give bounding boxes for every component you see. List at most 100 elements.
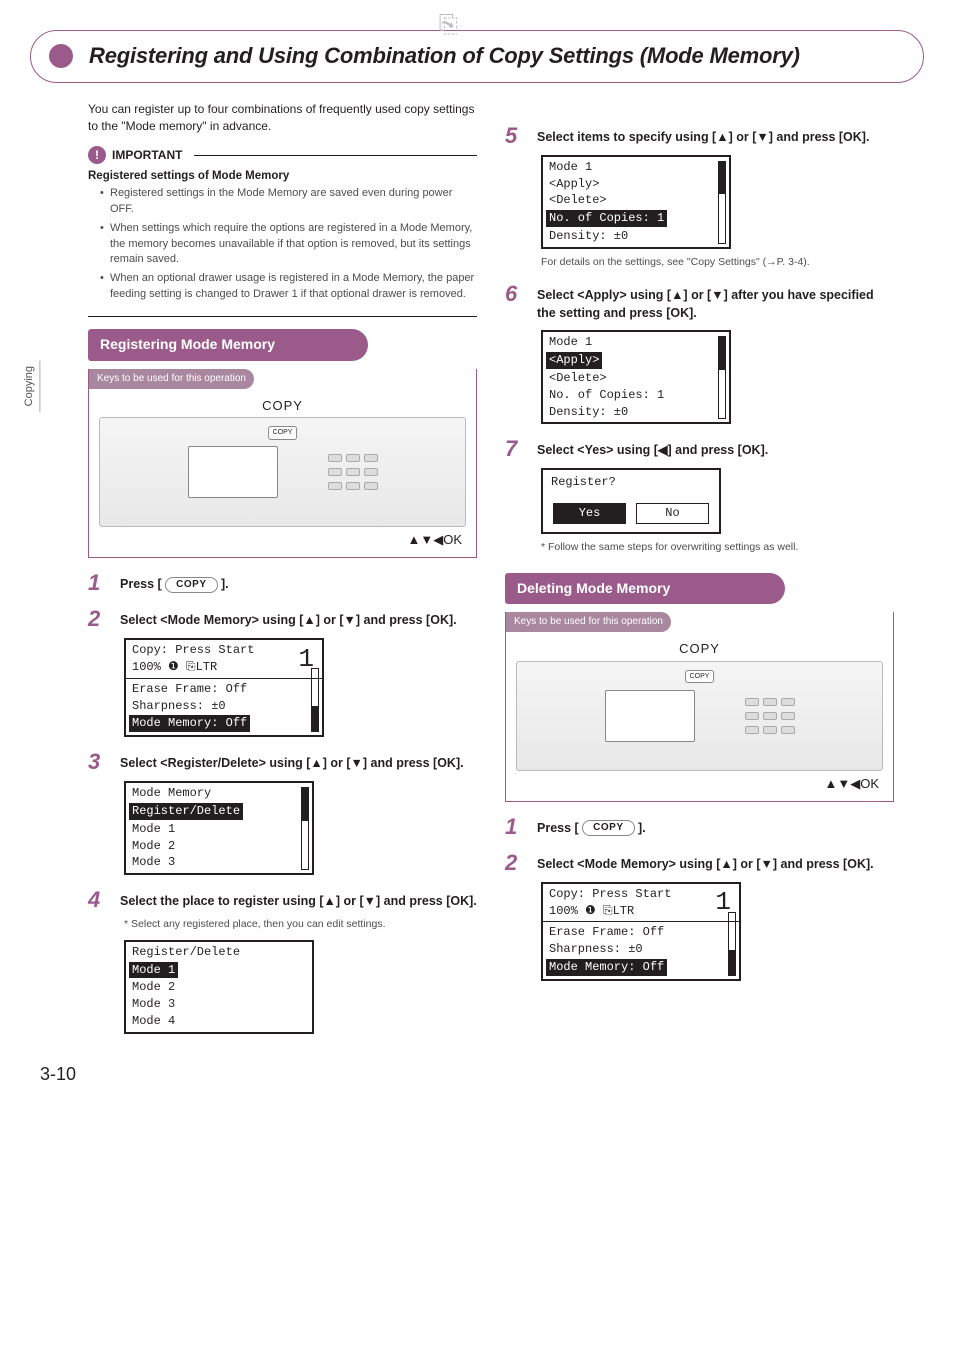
device-buttons: [328, 454, 378, 490]
device-buttons: [745, 698, 795, 734]
banner-dot-icon: [49, 44, 73, 68]
important-bullet: When an optional drawer usage is registe…: [100, 271, 477, 302]
lcd-line-selected: Mode Memory: Off: [129, 715, 250, 732]
panel-foot-keys: ▲▼◀OK: [89, 527, 476, 549]
lcd-line: Mode 1: [549, 334, 723, 351]
step-text: Select <Mode Memory> using [▲] or [▼] an…: [537, 852, 894, 874]
lcd-line: Erase Frame: Off: [549, 924, 733, 941]
copy-key-icon: COPY: [165, 577, 217, 593]
step-text: Select <Yes> using [◀] and press [OK].: [537, 438, 894, 460]
lcd-scrollbar: [718, 336, 726, 419]
divider: [88, 316, 477, 317]
device-copy-key: COPY: [685, 670, 715, 684]
important-icon: !: [88, 146, 106, 164]
important-bullet: Registered settings in the Mode Memory a…: [100, 186, 477, 217]
lcd-counter: 1: [298, 649, 316, 670]
paperclip-decor: ⎘: [439, 8, 458, 42]
lcd-line-selected: Mode Memory: Off: [546, 959, 667, 976]
step6-text: Select <Apply> using [▲] or [▼] after yo…: [537, 288, 874, 320]
lcd-line: Density: ±0: [549, 228, 723, 245]
dstep1-pre: Press [: [537, 821, 582, 835]
step-number: 2: [88, 608, 110, 630]
step-text: Select <Apply> using [▲] or [▼] after yo…: [537, 283, 894, 322]
lcd-line: Mode 2: [132, 979, 306, 996]
dstep1-post: ].: [635, 821, 646, 835]
step7-note: Follow the same steps for overwriting se…: [541, 540, 894, 555]
step-1: 1 Press [ COPY ].: [88, 572, 477, 594]
section-delete-header: Deleting Mode Memory: [505, 573, 785, 605]
lcd-register-delete: Register/Delete Mode 1 Mode 2 Mode 3 Mod…: [124, 940, 314, 1034]
device-copy-key: COPY: [268, 426, 298, 440]
step5-text: Select items to specify using [▲] or [▼]…: [537, 130, 869, 144]
lcd-line: Erase Frame: Off: [132, 681, 316, 698]
step-5: 5 Select items to specify using [▲] or […: [505, 125, 894, 147]
step-number: 2: [505, 852, 527, 874]
lcd-dialog-yes: Yes: [553, 503, 626, 524]
step-text: Select <Mode Memory> using [▲] or [▼] an…: [120, 608, 477, 630]
step1-post: ].: [218, 577, 229, 591]
step-text: Press [ COPY ].: [537, 816, 894, 838]
step-7: 7 Select <Yes> using [◀] and press [OK].: [505, 438, 894, 460]
lcd-line: 100% ❶ ⎘LTR: [132, 659, 254, 676]
lcd-line: Mode 1: [549, 159, 723, 176]
page-title-banner: Registering and Using Combination of Cop…: [30, 30, 924, 83]
device-illustration: COPY: [516, 661, 883, 771]
important-bullet: When settings which require the options …: [100, 221, 477, 267]
step-number: 7: [505, 438, 527, 460]
lcd-scrollbar: [301, 787, 309, 870]
lcd-line: <Delete>: [549, 370, 723, 387]
lcd-line-selected: <Apply>: [546, 352, 602, 369]
step-number: 6: [505, 283, 527, 305]
step7-text: Select <Yes> using [◀] and press [OK].: [537, 443, 768, 457]
intro-text: You can register up to four combinations…: [88, 101, 477, 135]
important-subheading: Registered settings of Mode Memory: [88, 168, 477, 184]
side-tab-copying: Copying: [20, 360, 40, 412]
control-panel-figure: Keys to be used for this operation COPY …: [88, 369, 477, 558]
lcd-counter: 1: [715, 892, 733, 913]
right-column: 5 Select items to specify using [▲] or […: [505, 101, 894, 1038]
step-text: Select the place to register using [▲] o…: [120, 889, 477, 911]
panel-foot-keys: ▲▼◀OK: [506, 771, 893, 793]
lcd-mode-memory: Mode Memory Register/Delete Mode 1 Mode …: [124, 781, 314, 875]
device-screen: [188, 446, 278, 498]
lcd-dialog-question: Register?: [543, 470, 719, 503]
lcd-scrollbar: [311, 668, 319, 732]
section-register-header: Registering Mode Memory: [88, 329, 368, 361]
lcd-line: Density: ±0: [549, 404, 723, 421]
dstep2-text: Select <Mode Memory> using [▲] or [▼] an…: [537, 857, 874, 871]
lcd-line: <Apply>: [549, 176, 723, 193]
lcd-line-selected: Register/Delete: [129, 803, 243, 820]
step-number: 3: [88, 751, 110, 773]
panel-copy-label: COPY: [506, 640, 893, 658]
step-2: 2 Select <Mode Memory> using [▲] or [▼] …: [88, 608, 477, 630]
lcd-line: Sharpness: ±0: [132, 698, 316, 715]
step3-text: Select <Register/Delete> using [▲] or [▼…: [120, 756, 464, 770]
lcd-dialog-no: No: [636, 503, 709, 524]
panel-caption: Keys to be used for this operation: [506, 612, 671, 632]
lcd-line: Mode 4: [132, 1013, 306, 1030]
lcd-line: Copy: Press Start: [132, 642, 254, 659]
step-number: 1: [88, 572, 110, 594]
lcd-scrollbar: [718, 161, 726, 244]
lcd-line: Mode 3: [132, 996, 306, 1013]
delete-step-1: 1 Press [ COPY ].: [505, 816, 894, 838]
lcd-line: Mode 1: [132, 821, 306, 838]
lcd-line-selected: No. of Copies: 1: [546, 210, 667, 227]
copy-key-icon: COPY: [582, 820, 634, 836]
control-panel-figure-2: Keys to be used for this operation COPY …: [505, 612, 894, 801]
step4-note: Select any registered place, then you ca…: [124, 917, 477, 932]
lcd-line: Copy: Press Start: [549, 886, 671, 903]
lcd-line: Sharpness: ±0: [549, 941, 733, 958]
lcd-line: 100% ❶ ⎘LTR: [549, 903, 671, 920]
step-6: 6 Select <Apply> using [▲] or [▼] after …: [505, 283, 894, 322]
important-heading-row: ! IMPORTANT: [88, 146, 477, 164]
important-bullets: Registered settings in the Mode Memory a…: [88, 186, 477, 302]
lcd-line: Mode 3: [132, 854, 306, 871]
step-text: Select <Register/Delete> using [▲] or [▼…: [120, 751, 477, 773]
lcd-line: Mode Memory: [132, 785, 306, 802]
step2-text: Select <Mode Memory> using [▲] or [▼] an…: [120, 613, 457, 627]
lcd-mode1-apply: Mode 1 <Apply> <Delete> No. of Copies: 1…: [541, 330, 731, 424]
lcd-line: <Delete>: [549, 192, 723, 209]
step-number: 1: [505, 816, 527, 838]
step1-pre: Press [: [120, 577, 165, 591]
